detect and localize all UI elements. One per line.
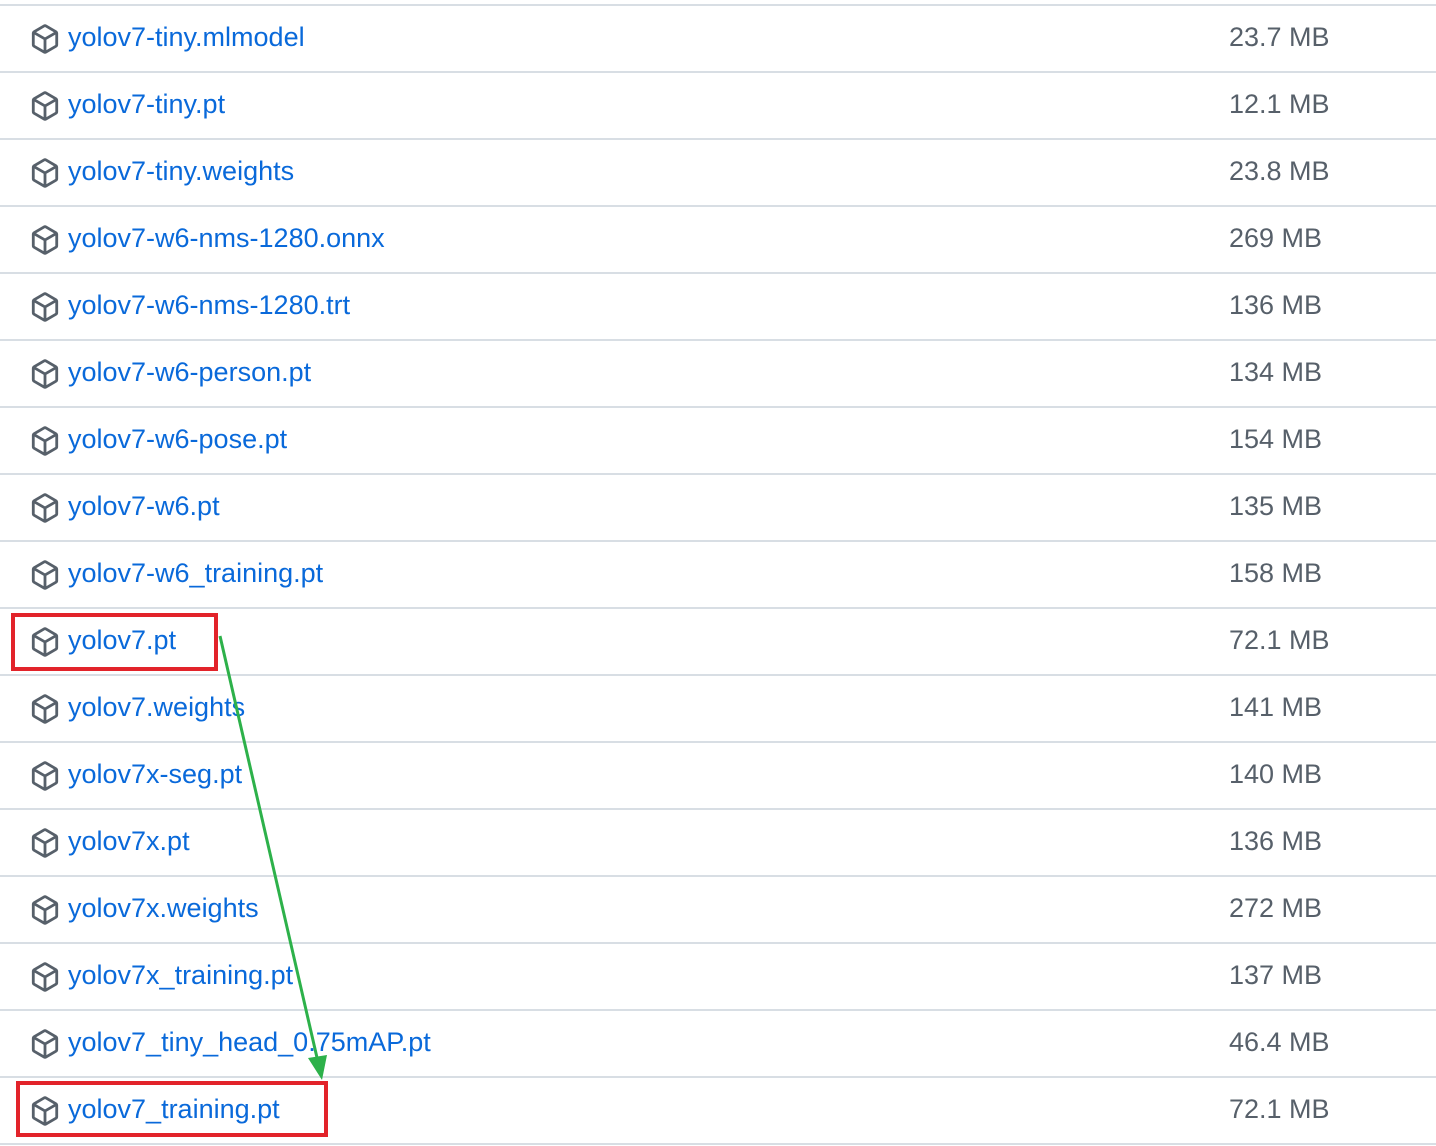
- asset-link[interactable]: yolov7x.pt: [68, 823, 190, 859]
- asset-link[interactable]: yolov7x_training.pt: [68, 957, 293, 993]
- highlight-box-yolov7-pt: [11, 613, 218, 671]
- asset-link[interactable]: yolov7-tiny.pt: [68, 86, 225, 122]
- asset-size: 46.4 MB: [1229, 1027, 1330, 1057]
- asset-size: 72.1 MB: [1229, 625, 1330, 655]
- package-icon: [31, 962, 59, 992]
- asset-row: yolov7-tiny.weights 23.8 MB: [0, 140, 1436, 207]
- asset-link[interactable]: yolov7-w6-nms-1280.onnx: [68, 220, 385, 256]
- package-icon: [31, 493, 59, 523]
- asset-size: 272 MB: [1229, 893, 1323, 923]
- package-icon: [31, 560, 59, 590]
- package-icon: [31, 225, 59, 255]
- asset-size: 136 MB: [1229, 290, 1323, 320]
- asset-link[interactable]: yolov7-w6-nms-1280.trt: [68, 287, 350, 323]
- asset-size: 136 MB: [1229, 826, 1323, 856]
- asset-link[interactable]: yolov7-w6.pt: [68, 488, 220, 524]
- asset-link[interactable]: yolov7-tiny.weights: [68, 153, 294, 189]
- asset-size: 140 MB: [1229, 759, 1323, 789]
- asset-row: yolov7-tiny.pt 12.1 MB: [0, 73, 1436, 140]
- asset-size: 141 MB: [1229, 692, 1323, 722]
- asset-link[interactable]: yolov7x-seg.pt: [68, 756, 242, 792]
- asset-link[interactable]: yolov7x.weights: [68, 890, 259, 926]
- asset-row: yolov7-tiny.mlmodel 23.7 MB: [0, 6, 1436, 73]
- package-icon: [31, 158, 59, 188]
- asset-link[interactable]: yolov7.weights: [68, 689, 245, 725]
- asset-row: yolov7x.weights 272 MB: [0, 877, 1436, 944]
- package-icon: [31, 426, 59, 456]
- package-icon: [31, 694, 59, 724]
- package-icon: [31, 1029, 59, 1059]
- asset-size: 23.7 MB: [1229, 22, 1330, 52]
- asset-row: yolov7-w6-person.pt 134 MB: [0, 341, 1436, 408]
- package-icon: [31, 292, 59, 322]
- highlight-box-yolov7-training-pt: [16, 1081, 328, 1137]
- asset-row: yolov7x_training.pt 137 MB: [0, 944, 1436, 1011]
- asset-size: 269 MB: [1229, 223, 1323, 253]
- asset-size: 12.1 MB: [1229, 89, 1330, 119]
- package-icon: [31, 359, 59, 389]
- asset-size: 135 MB: [1229, 491, 1323, 521]
- asset-row: yolov7x-seg.pt 140 MB: [0, 743, 1436, 810]
- asset-link[interactable]: yolov7-w6_training.pt: [68, 555, 323, 591]
- asset-size: 134 MB: [1229, 357, 1323, 387]
- asset-row: yolov7-w6_training.pt 158 MB: [0, 542, 1436, 609]
- package-icon: [31, 761, 59, 791]
- asset-row: yolov7-w6.pt 135 MB: [0, 475, 1436, 542]
- asset-row: yolov7_tiny_head_0.75mAP.pt 46.4 MB: [0, 1011, 1436, 1078]
- asset-link[interactable]: yolov7_tiny_head_0.75mAP.pt: [68, 1024, 431, 1060]
- package-icon: [31, 91, 59, 121]
- asset-row: yolov7-w6-pose.pt 154 MB: [0, 408, 1436, 475]
- asset-row: yolov7-w6-nms-1280.onnx 269 MB: [0, 207, 1436, 274]
- asset-link[interactable]: yolov7-w6-person.pt: [68, 354, 311, 390]
- asset-row: yolov7x.pt 136 MB: [0, 810, 1436, 877]
- asset-size: 72.1 MB: [1229, 1094, 1330, 1124]
- asset-row: yolov7-w6-nms-1280.trt 136 MB: [0, 274, 1436, 341]
- asset-size: 158 MB: [1229, 558, 1323, 588]
- asset-link[interactable]: yolov7-tiny.mlmodel: [68, 19, 305, 55]
- asset-size: 23.8 MB: [1229, 156, 1330, 186]
- package-icon: [31, 24, 59, 54]
- asset-row: yolov7.weights 141 MB: [0, 676, 1436, 743]
- package-icon: [31, 895, 59, 925]
- asset-link[interactable]: yolov7-w6-pose.pt: [68, 421, 287, 457]
- asset-size: 137 MB: [1229, 960, 1323, 990]
- asset-size: 154 MB: [1229, 424, 1323, 454]
- package-icon: [31, 828, 59, 858]
